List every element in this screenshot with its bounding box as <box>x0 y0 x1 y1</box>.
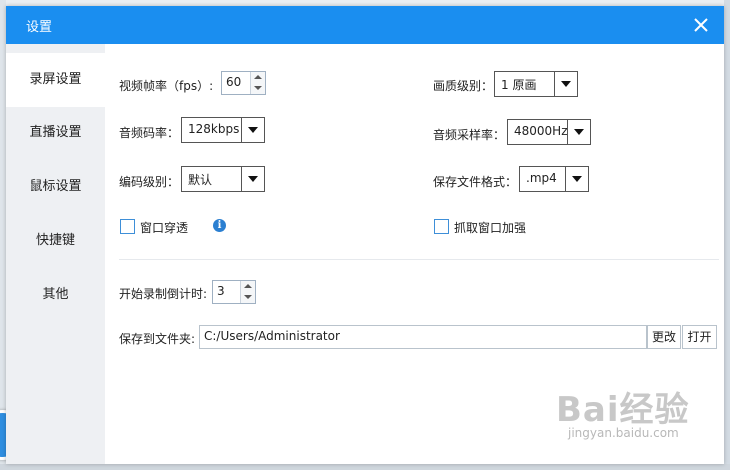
fps-label: 视频帧率（fps）: <box>119 79 214 93</box>
countdown-value: 3 <box>217 284 225 298</box>
chevron-down-icon[interactable] <box>554 72 577 96</box>
encode-level-label: 编码级别： <box>119 175 180 189</box>
sidebar-item-live-settings[interactable]: 直播设置 <box>6 106 105 160</box>
audio-bitrate-value: 128kbps <box>188 122 240 136</box>
encode-level-value: 默认 <box>188 173 213 187</box>
countdown-stepper-arrows[interactable] <box>240 281 255 303</box>
dialog-title: 设置 <box>26 20 53 35</box>
capture-enhance-checkbox[interactable] <box>434 219 449 234</box>
save-folder-label: 保存到文件夹: <box>119 332 196 346</box>
title-bar: 设置 <box>6 6 724 44</box>
sidebar-item-record-settings[interactable]: 录屏设置 <box>6 53 105 107</box>
arrow-down-icon[interactable] <box>254 86 262 90</box>
chevron-down-icon[interactable] <box>241 118 264 142</box>
save-folder-input[interactable]: C:/Users/Administrator <box>199 325 647 349</box>
encode-level-dropdown[interactable]: 默认 <box>181 166 265 192</box>
chevron-down-icon[interactable] <box>565 167 588 191</box>
sample-rate-value: 48000Hz <box>514 124 568 138</box>
close-icon[interactable] <box>690 14 712 36</box>
arrow-down-icon[interactable] <box>244 295 252 299</box>
quality-label: 画质级别： <box>433 79 494 93</box>
countdown-stepper[interactable]: 3 <box>212 280 256 304</box>
watermark-logo: Bai经验 <box>556 390 690 430</box>
sidebar-item-shortcuts[interactable]: 快捷键 <box>6 214 105 268</box>
fps-stepper-arrows[interactable] <box>250 72 265 94</box>
audio-bitrate-dropdown[interactable]: 128kbps <box>181 117 265 143</box>
sidebar-item-other[interactable]: 其他 <box>6 268 105 322</box>
quality-dropdown[interactable]: 1 原画 <box>494 71 578 97</box>
file-format-value: .mp4 <box>526 171 557 185</box>
sidebar-item-mouse-settings[interactable]: 鼠标设置 <box>6 160 105 214</box>
audio-bitrate-label: 音频码率： <box>119 126 180 140</box>
open-folder-button[interactable]: 打开 <box>682 325 717 349</box>
save-folder-value: C:/Users/Administrator <box>204 329 340 343</box>
watermark-url: jingyan.baidu.com <box>568 426 679 440</box>
file-format-dropdown[interactable]: .mp4 <box>519 166 589 192</box>
sample-rate-label: 音频采样率： <box>433 128 506 142</box>
quality-value: 1 原画 <box>501 78 537 92</box>
arrow-up-icon[interactable] <box>244 284 252 288</box>
fps-value: 60 <box>226 75 242 89</box>
arrow-up-icon[interactable] <box>254 75 262 79</box>
sample-rate-dropdown[interactable]: 48000Hz <box>507 119 591 145</box>
chevron-down-icon[interactable] <box>241 167 264 191</box>
window-through-label[interactable]: 窗口穿透 <box>140 219 188 236</box>
chevron-down-icon[interactable] <box>567 120 590 144</box>
capture-enhance-label[interactable]: 抓取窗口加强 <box>454 219 526 236</box>
settings-sidebar: 录屏设置 直播设置 鼠标设置 快捷键 其他 <box>6 44 105 464</box>
divider <box>119 259 719 260</box>
fps-stepper[interactable]: 60 <box>221 71 266 95</box>
window-through-checkbox[interactable] <box>120 219 135 234</box>
file-format-label: 保存文件格式： <box>433 175 518 189</box>
info-icon[interactable]: i <box>213 219 226 232</box>
countdown-label: 开始录制倒计时: <box>119 287 208 301</box>
change-folder-button[interactable]: 更改 <box>647 325 681 349</box>
